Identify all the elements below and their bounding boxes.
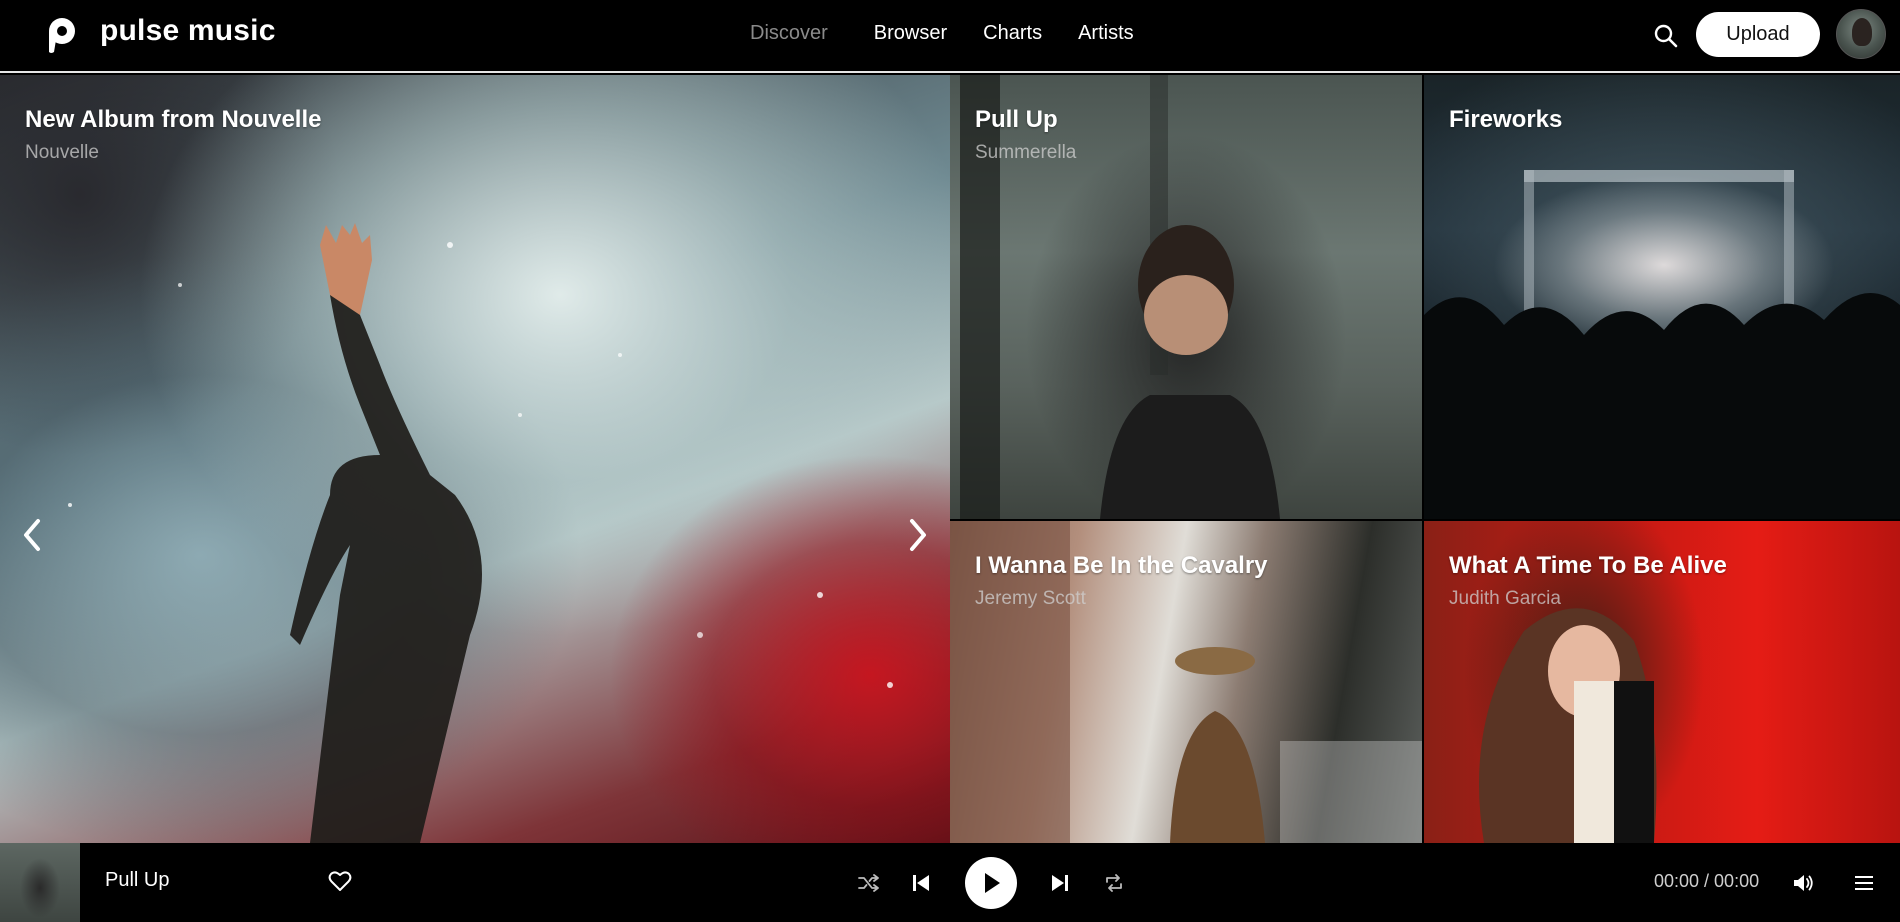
tile-title: I Wanna Be In the Cavalry bbox=[975, 552, 1268, 579]
player-bar: Pull Up 00:00 / 00:00 bbox=[0, 843, 1900, 922]
play-icon bbox=[985, 873, 1000, 893]
hero-artwork bbox=[68, 223, 893, 843]
playback-time: 00:00 / 00:00 bbox=[1654, 871, 1760, 891]
volume-icon[interactable] bbox=[1792, 843, 1816, 922]
pulse-logo-icon[interactable] bbox=[42, 14, 80, 56]
brand-name[interactable]: pulse music bbox=[100, 14, 276, 48]
shuffle-icon[interactable] bbox=[858, 843, 880, 922]
tile-artist[interactable]: Summerella bbox=[975, 142, 1076, 164]
album-tile[interactable]: Fireworks bbox=[1424, 75, 1900, 519]
heart-icon[interactable] bbox=[328, 870, 352, 892]
nav-artists[interactable]: Artists bbox=[1064, 22, 1148, 45]
skip-previous-icon[interactable] bbox=[910, 843, 932, 922]
main-nav: Discover Browser Charts Artists bbox=[736, 22, 1148, 45]
featured-artist[interactable]: Nouvelle bbox=[25, 142, 99, 164]
play-button[interactable] bbox=[965, 857, 1017, 909]
nav-browser[interactable]: Browser bbox=[860, 22, 961, 45]
tile-title: Pull Up bbox=[975, 106, 1058, 133]
tile-title: What A Time To Be Alive bbox=[1449, 552, 1727, 579]
now-playing-title[interactable]: Pull Up bbox=[105, 869, 169, 892]
featured-slide[interactable]: New Album from Nouvelle Nouvelle bbox=[0, 75, 950, 843]
nav-charts[interactable]: Charts bbox=[969, 22, 1056, 45]
album-tile[interactable]: I Wanna Be In the Cavalry Jeremy Scott bbox=[950, 521, 1422, 843]
featured-title: New Album from Nouvelle bbox=[25, 106, 322, 133]
search-icon[interactable] bbox=[1652, 22, 1680, 50]
nav-discover[interactable]: Discover bbox=[736, 22, 842, 45]
skip-next-icon[interactable] bbox=[1049, 843, 1071, 922]
top-header: pulse music Discover Browser Charts Arti… bbox=[0, 0, 1900, 73]
tile-artist[interactable]: Jeremy Scott bbox=[975, 588, 1086, 610]
chevron-right-icon[interactable] bbox=[904, 515, 934, 555]
chevron-left-icon[interactable] bbox=[16, 515, 46, 555]
now-playing-cover[interactable] bbox=[0, 843, 80, 922]
album-tile[interactable]: Pull Up Summerella bbox=[950, 75, 1422, 519]
album-tile[interactable]: What A Time To Be Alive Judith Garcia bbox=[1424, 521, 1900, 843]
menu-icon[interactable] bbox=[1853, 843, 1875, 922]
avatar[interactable] bbox=[1836, 9, 1886, 59]
tile-artist[interactable]: Judith Garcia bbox=[1449, 588, 1561, 610]
tile-title: Fireworks bbox=[1449, 106, 1563, 133]
repeat-icon[interactable] bbox=[1103, 843, 1125, 922]
tile-artwork bbox=[1424, 170, 1900, 519]
upload-button[interactable]: Upload bbox=[1696, 12, 1820, 57]
